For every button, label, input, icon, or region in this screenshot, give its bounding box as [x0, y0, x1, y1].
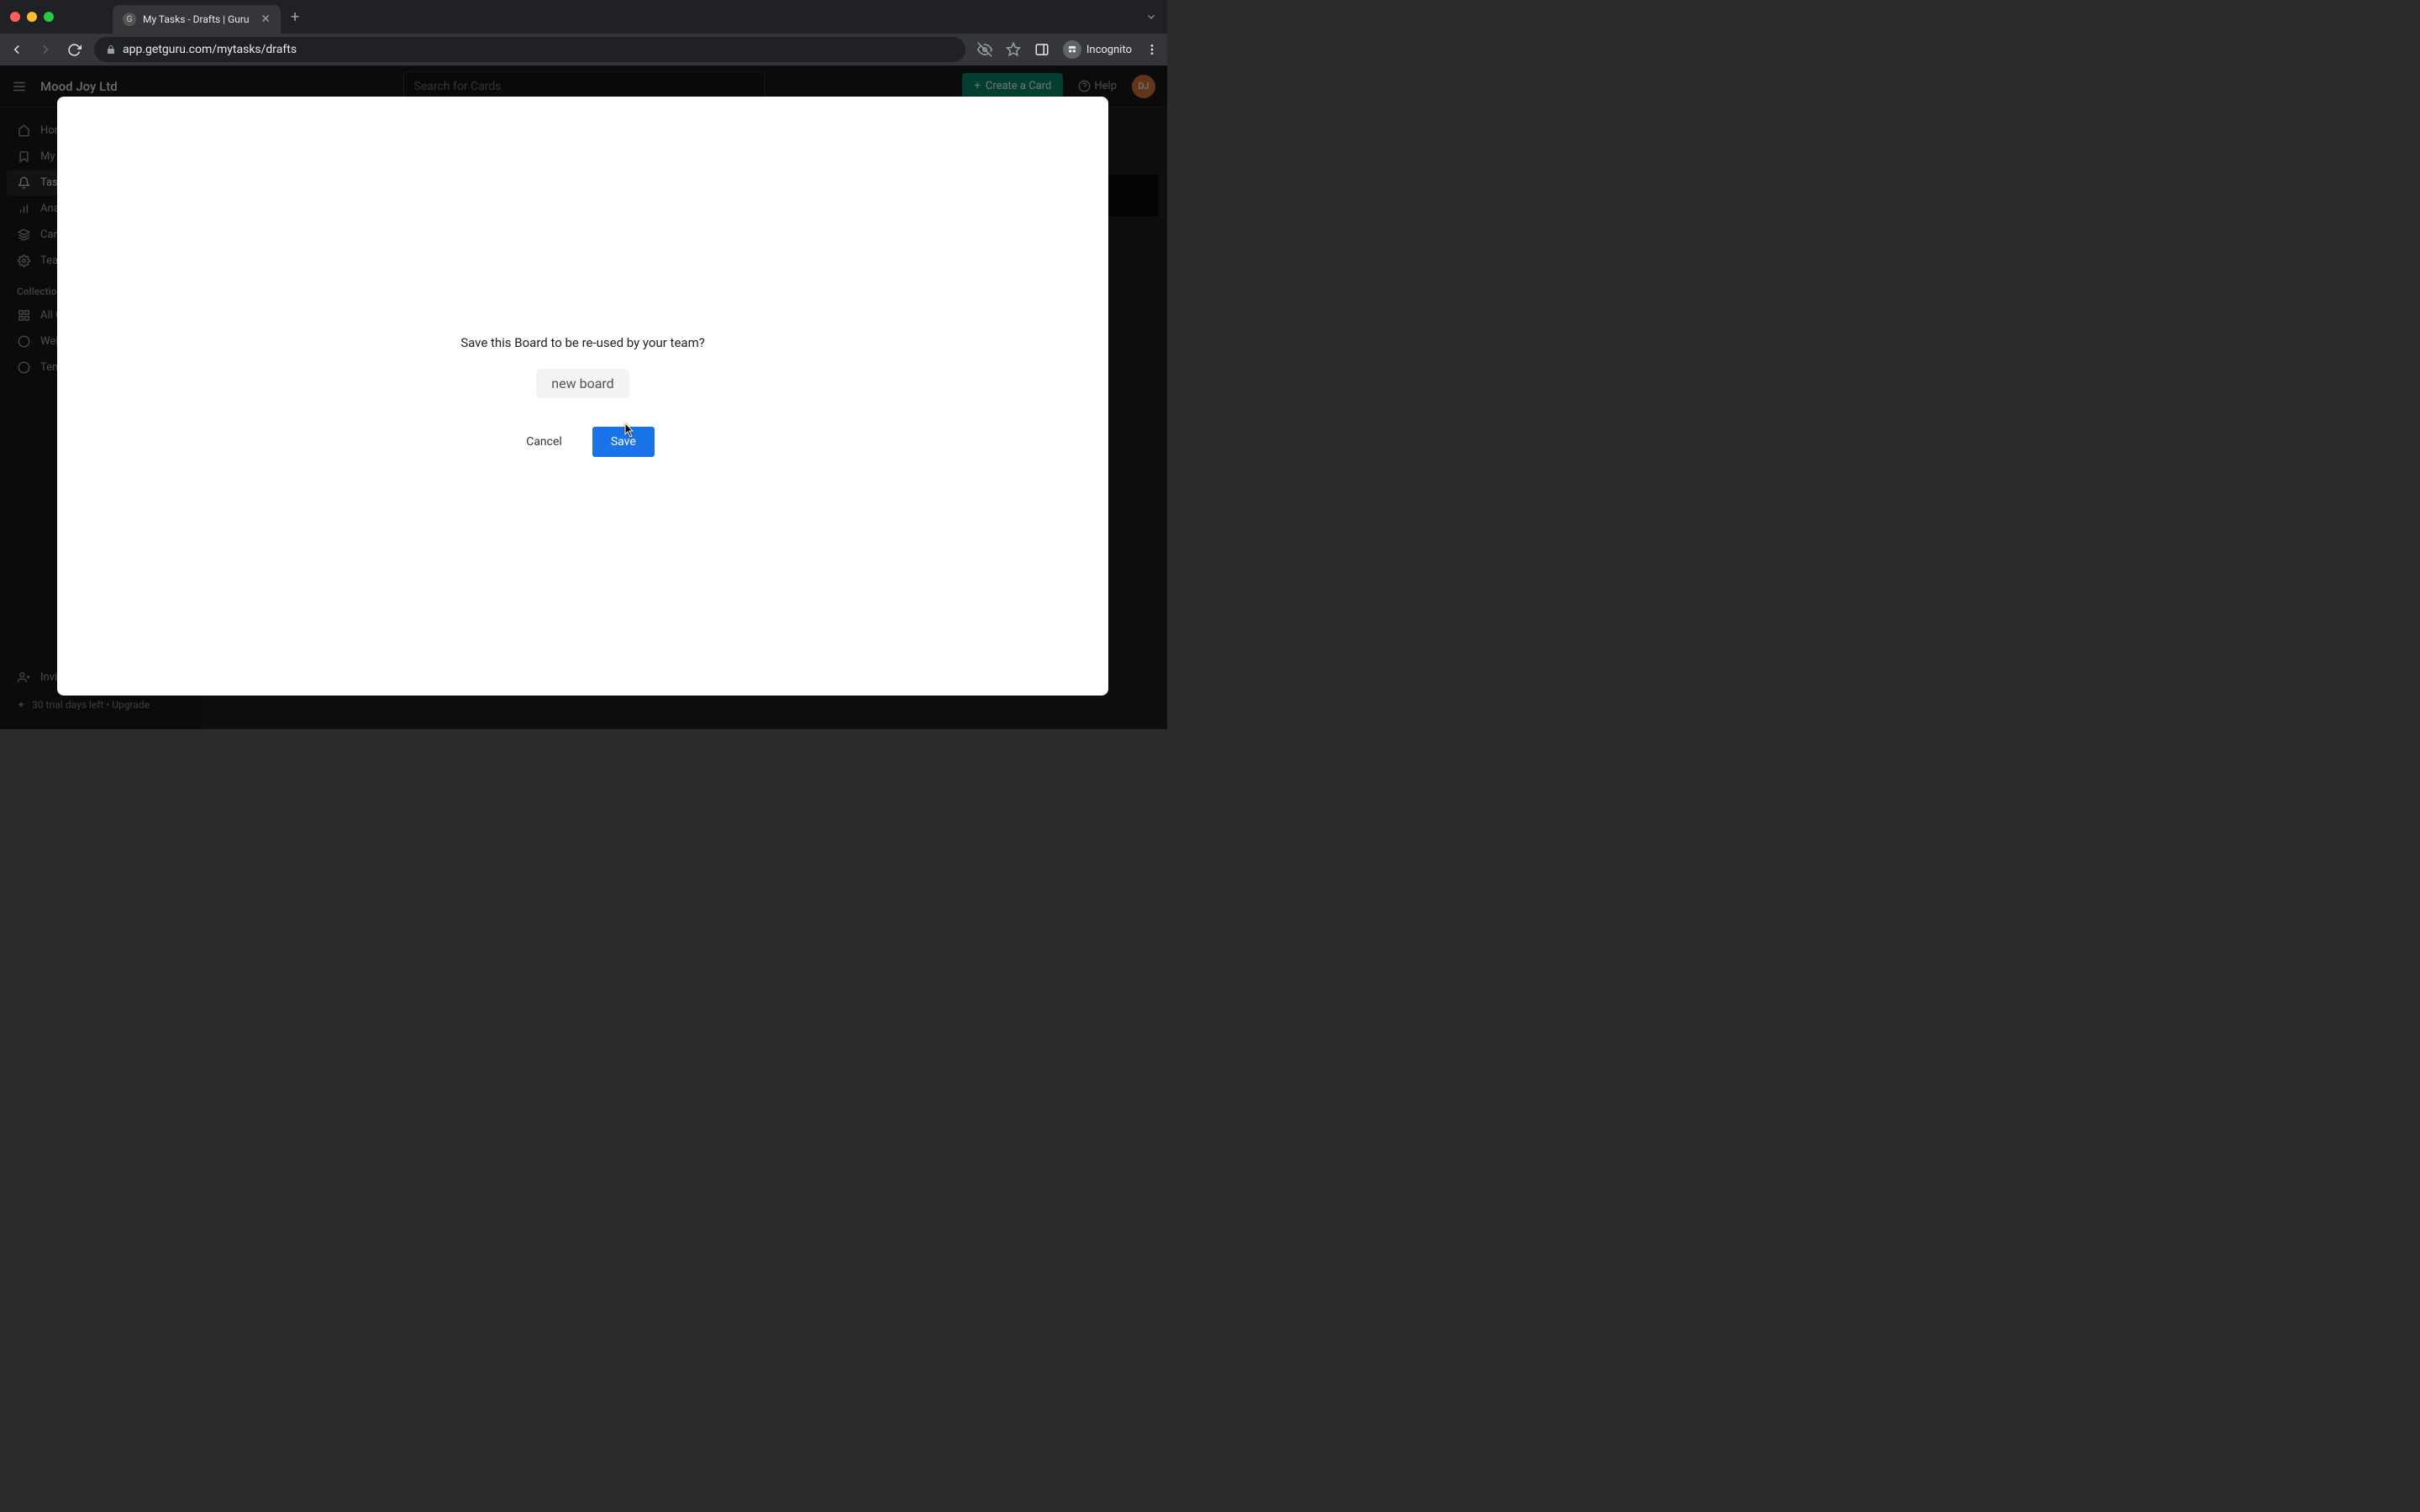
back-button[interactable] — [8, 42, 25, 57]
tab-favicon: G — [123, 13, 136, 26]
incognito-badge[interactable]: Incognito — [1063, 40, 1132, 59]
window-close-button[interactable] — [10, 12, 20, 22]
tab-bar: G My Tasks - Drafts | Guru ✕ + — [113, 0, 1157, 34]
address-bar: app.getguru.com/mytasks/drafts Incognito — [0, 34, 1167, 66]
url-bar[interactable]: app.getguru.com/mytasks/drafts — [94, 37, 965, 62]
save-board-modal: Save this Board to be re-used by your te… — [57, 97, 1108, 696]
new-tab-button[interactable]: + — [291, 8, 299, 26]
tab-title: My Tasks - Drafts | Guru — [143, 13, 254, 25]
kebab-menu-icon[interactable] — [1145, 43, 1159, 56]
modal-message: Save this Board to be re-used by your te… — [460, 335, 705, 350]
window-minimize-button[interactable] — [27, 12, 37, 22]
traffic-lights — [10, 12, 54, 22]
incognito-label: Incognito — [1086, 44, 1132, 56]
save-button[interactable]: Save — [592, 427, 655, 457]
incognito-icon — [1063, 40, 1081, 59]
board-name-chip: new board — [536, 369, 629, 398]
reload-button[interactable] — [66, 43, 82, 57]
window-chrome: G My Tasks - Drafts | Guru ✕ + — [0, 0, 1167, 34]
url-text: app.getguru.com/mytasks/drafts — [123, 43, 297, 56]
forward-button[interactable] — [37, 42, 54, 57]
cancel-button[interactable]: Cancel — [511, 427, 577, 457]
lock-icon — [106, 45, 116, 55]
modal-buttons: Cancel Save — [511, 427, 655, 457]
bookmark-star-icon[interactable] — [1006, 42, 1021, 57]
tab-close-icon[interactable]: ✕ — [260, 13, 271, 26]
tabs-dropdown-icon[interactable] — [1145, 11, 1157, 23]
eye-off-icon[interactable] — [977, 42, 992, 57]
panel-icon[interactable] — [1034, 42, 1050, 57]
address-bar-right: Incognito — [977, 40, 1159, 59]
browser-tab[interactable]: G My Tasks - Drafts | Guru ✕ — [113, 5, 281, 34]
window-maximize-button[interactable] — [44, 12, 54, 22]
